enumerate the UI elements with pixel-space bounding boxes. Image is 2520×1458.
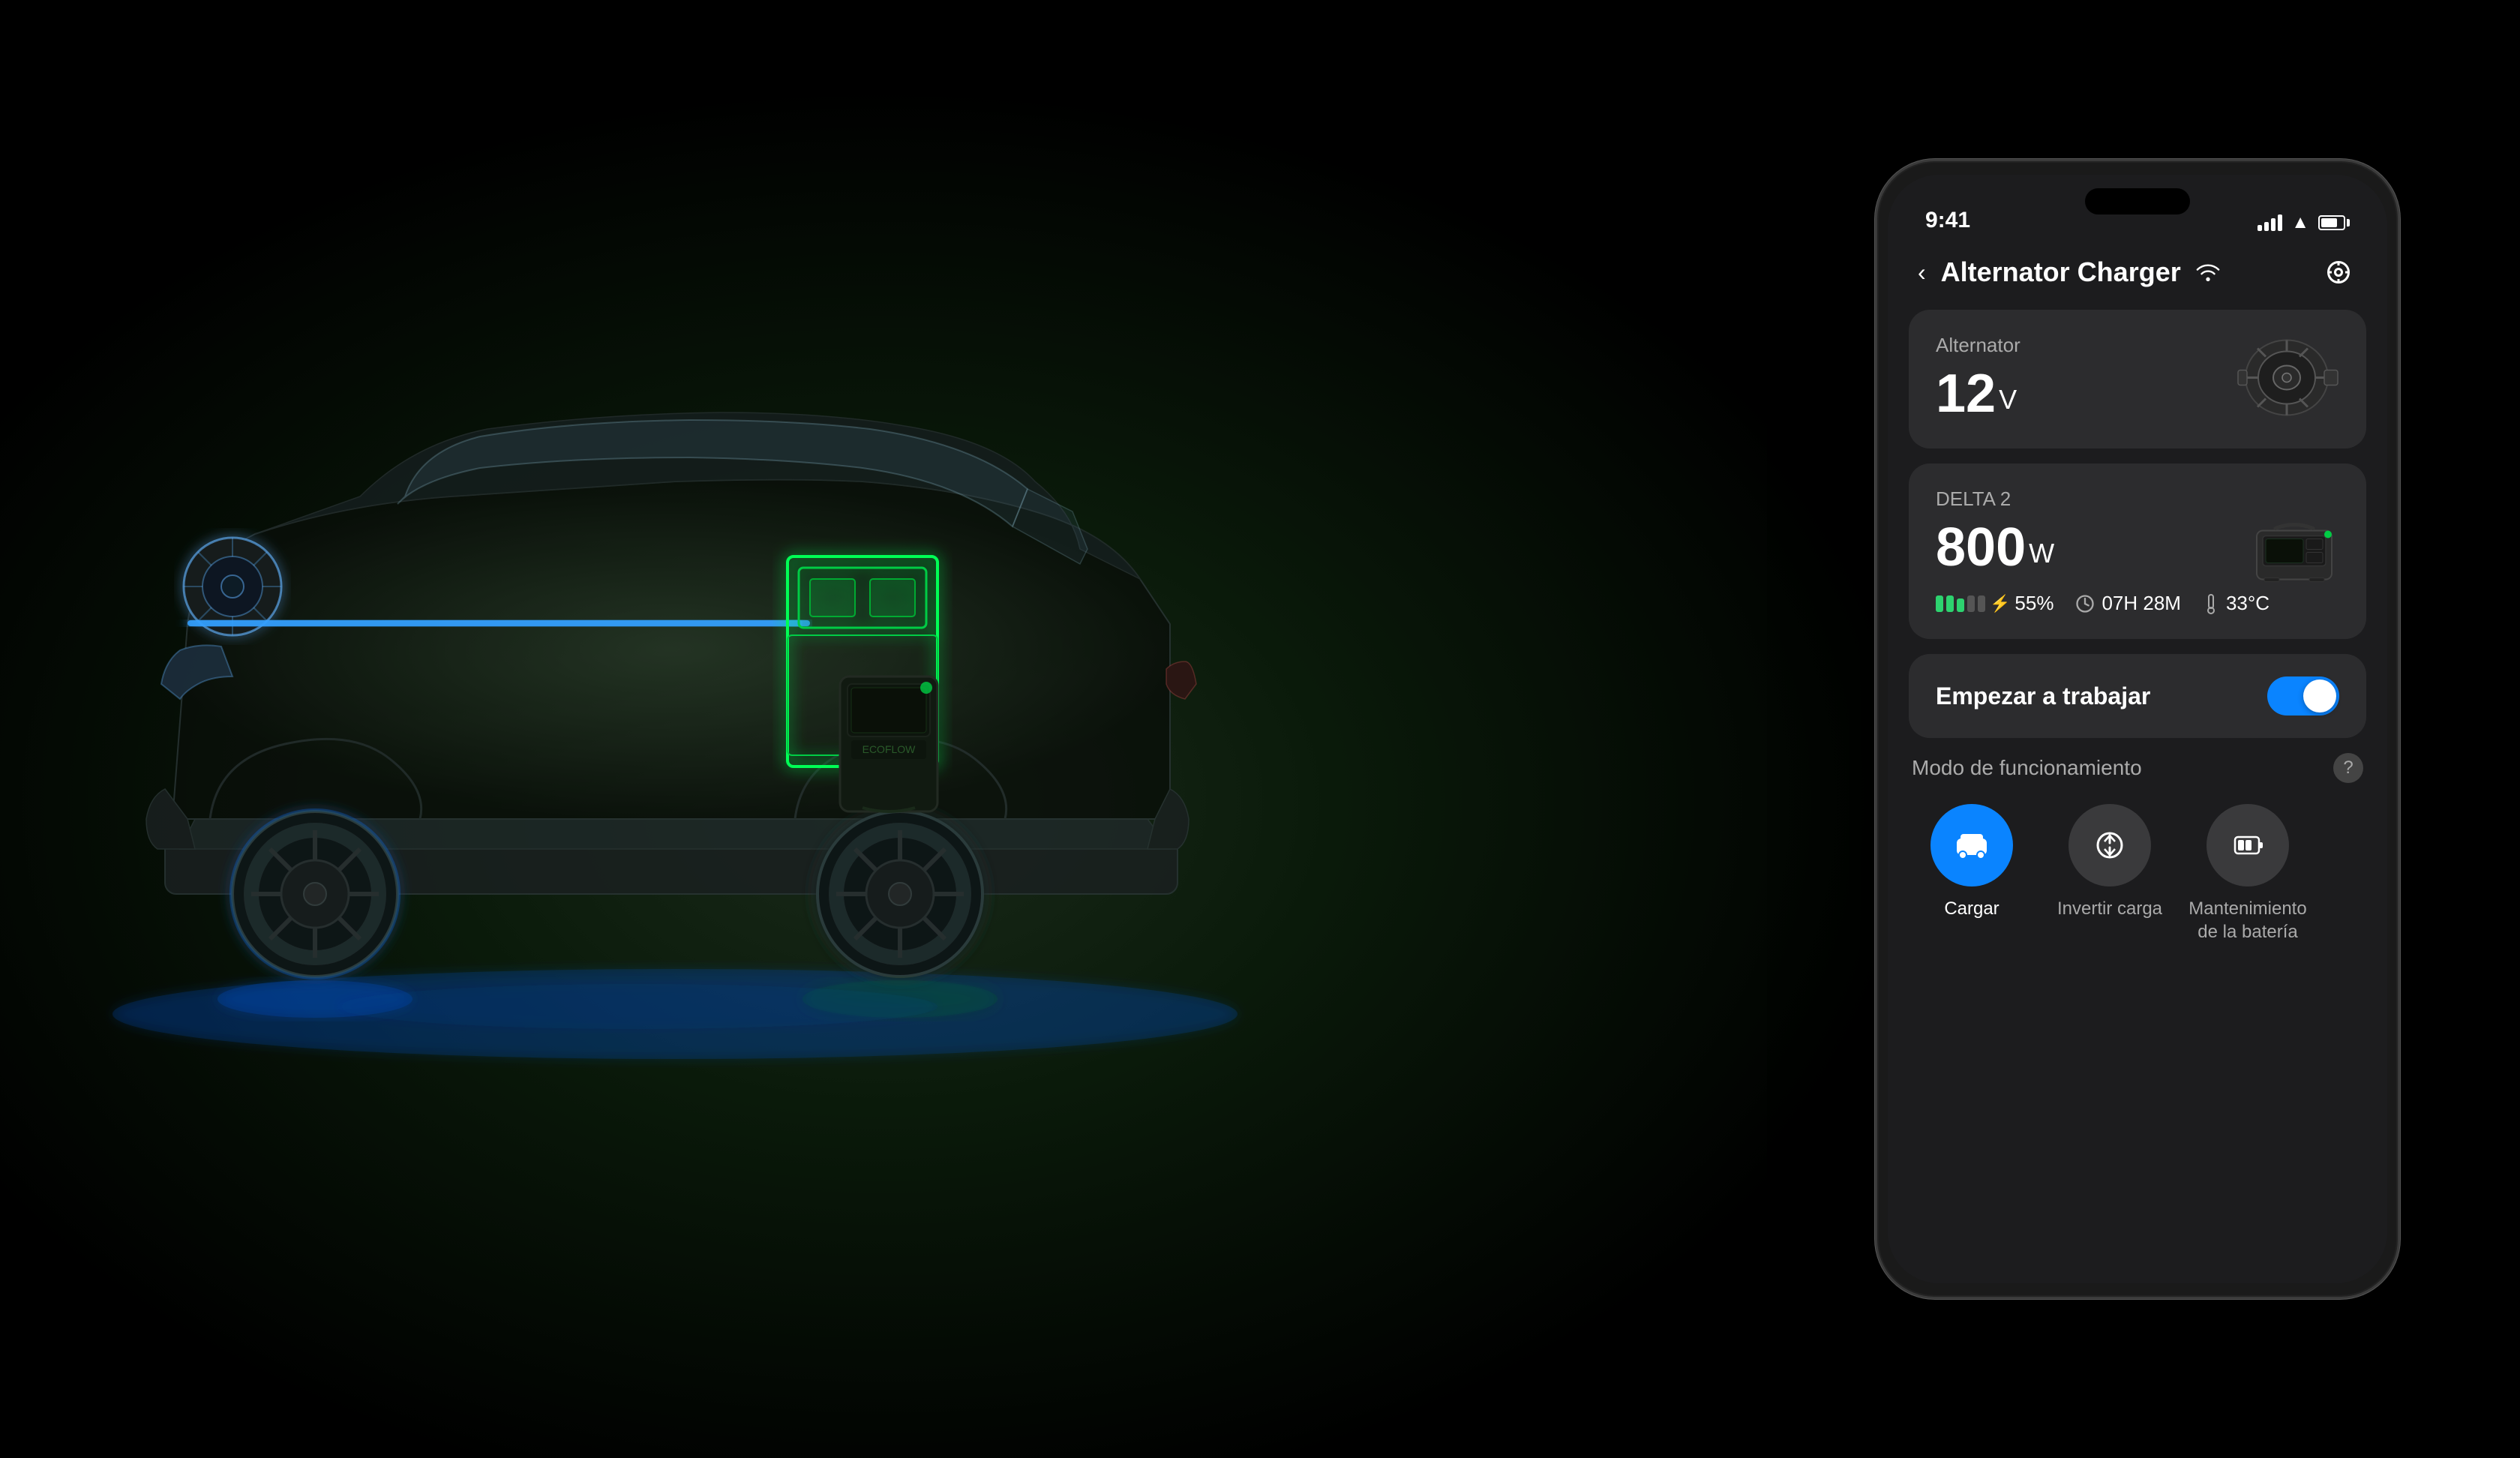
- delta2-image: [2249, 512, 2339, 591]
- mode-mantenimiento-icon-wrap: [2206, 804, 2289, 886]
- toggle-card: Empezar a trabajar: [1909, 654, 2366, 738]
- wifi-icon: [2196, 263, 2220, 281]
- battery-maintain-icon: [2229, 826, 2266, 864]
- mode-cargar-icon-wrap: [1930, 804, 2013, 886]
- battery-stats: ⚡ 55% 07H 28M: [1936, 592, 2339, 615]
- status-time: 9:41: [1925, 208, 1970, 233]
- mode-buttons: Cargar: [1912, 804, 2363, 944]
- delta2-label: DELTA 2: [1936, 488, 2339, 511]
- bar-1: [1936, 596, 1943, 612]
- alternator-card: Alternator 12 V: [1909, 310, 2366, 448]
- car-icon: [1953, 826, 1990, 864]
- alternator-unit: V: [1999, 384, 2017, 416]
- wifi-status-icon: ▲: [2291, 212, 2309, 233]
- battery-bars: [1936, 596, 1985, 612]
- invert-icon: [2091, 826, 2128, 864]
- mode-section: Modo de funcionamiento ?: [1909, 753, 2366, 944]
- phone-mockup: 9:41 ▲: [1875, 159, 2400, 1299]
- mode-invertir-label: Invertir carga: [2057, 897, 2162, 920]
- target-icon: [2325, 259, 2352, 286]
- time-remaining: 07H 28M: [2074, 592, 2181, 615]
- bar-3: [1957, 598, 1964, 612]
- toggle-knob: [2303, 680, 2336, 712]
- toggle-label: Empezar a trabajar: [1936, 682, 2150, 710]
- page-title: Alternator Charger: [1941, 256, 2305, 288]
- signal-icon: [2258, 214, 2282, 231]
- mode-header: Modo de funcionamiento ?: [1912, 753, 2363, 783]
- clock-icon: [2074, 593, 2096, 614]
- bolt-icon: ⚡: [1990, 594, 2010, 614]
- settings-button[interactable]: [2320, 254, 2357, 291]
- battery-percent: 55%: [2014, 592, 2054, 615]
- nav-bar: ‹ Alternator Charger: [1888, 242, 2387, 302]
- mode-cargar-button[interactable]: Cargar: [1912, 804, 2032, 944]
- battery-icon: [2318, 215, 2350, 230]
- scroll-content: Alternator 12 V: [1888, 302, 2387, 1283]
- mode-invertir-button[interactable]: Invertir carga: [2050, 804, 2170, 944]
- bar-5: [1978, 596, 1985, 612]
- car-svg: ECOFLOW: [0, 0, 1500, 1458]
- alternator-image: [2234, 336, 2339, 422]
- background: ECOFLOW 9:41: [0, 0, 2520, 1458]
- mode-invertir-icon-wrap: [2068, 804, 2151, 886]
- phone-screen: 9:41 ▲: [1888, 175, 2387, 1283]
- delta2-unit: W: [2029, 538, 2054, 569]
- svg-text:ECOFLOW: ECOFLOW: [862, 743, 916, 755]
- toggle-switch[interactable]: [2267, 676, 2339, 716]
- bar-4: [1967, 596, 1975, 612]
- dynamic-island: [2085, 188, 2190, 214]
- car-visualization: ECOFLOW: [0, 0, 1500, 1458]
- bar-2: [1946, 596, 1954, 612]
- thermometer-icon: [2202, 593, 2220, 614]
- delta2-card: DELTA 2 800 W: [1909, 464, 2366, 639]
- help-button[interactable]: ?: [2333, 753, 2363, 783]
- back-button[interactable]: ‹: [1918, 259, 1926, 286]
- temperature: 33°C: [2202, 592, 2270, 615]
- mode-cargar-label: Cargar: [1944, 897, 1999, 920]
- back-chevron-icon: ‹: [1918, 259, 1926, 286]
- mode-title: Modo de funcionamiento: [1912, 756, 2142, 780]
- battery-indicator: ⚡ 55%: [1936, 592, 2054, 615]
- mode-mantenimiento-button[interactable]: Mantenimiento de la batería: [2188, 804, 2308, 944]
- phone-frame: 9:41 ▲: [1875, 159, 2400, 1299]
- status-icons: ▲: [2258, 212, 2350, 233]
- mode-mantenimiento-label: Mantenimiento de la batería: [2188, 897, 2308, 944]
